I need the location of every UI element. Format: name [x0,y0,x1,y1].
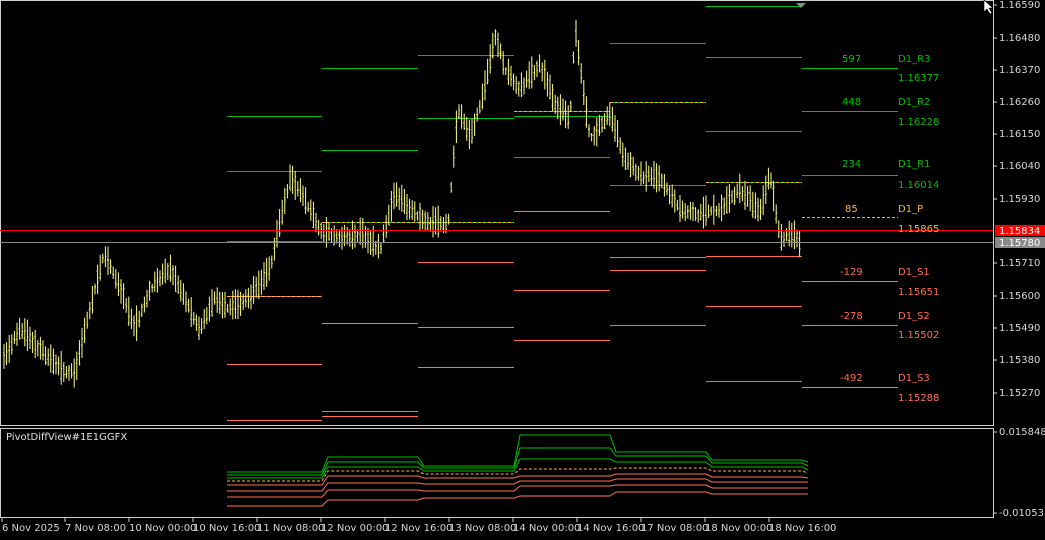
r1-price: 1.16014 [898,180,939,191]
chart-shift-marker-icon[interactable] [796,3,806,8]
price-label: 1.16480 [999,33,1040,44]
indicator-line [227,491,808,507]
indicator-title: PivotDiffView#1E1GGFX [6,432,127,443]
s2-name: D1_S2 [898,311,930,322]
ask-price-tag-text: 1.15780 [999,238,1040,249]
price-bars [3,19,801,388]
pivot-diff: 85 [845,204,858,215]
s2-price: 1.15502 [898,330,939,341]
r1-diff: 234 [842,159,861,170]
price-tick: 1.15490 [993,323,1040,334]
time-label: 18 Nov 16:00 [769,523,836,534]
r3-name: D1_R3 [898,54,930,65]
indicator-line [227,434,809,473]
price-label: 1.16150 [999,129,1040,140]
s3-name: D1_S3 [898,373,930,384]
price-tick: 1.16040 [993,161,1040,172]
price-axis[interactable]: 1.16590 1.16480 1.16370 1.16260 1.16150 … [993,0,1045,399]
s1-name: D1_S1 [898,267,930,278]
price-label: 1.15930 [999,194,1040,205]
pivot-name: D1_P [898,204,923,215]
indicator-window-frame [0,428,994,518]
time-label: 10 Nov 00:00 [129,523,196,534]
r3-price: 1.16377 [898,73,939,84]
bid-price-tag-text: 1.15834 [999,226,1040,237]
time-label: 11 Nov 08:00 [257,523,324,534]
time-label: 12 Nov 00:00 [321,523,388,534]
price-label: 1.16370 [999,65,1040,76]
price-tick: 1.15600 [993,291,1040,302]
price-tick: 1.16150 [993,129,1040,140]
price-label: 1.16040 [999,161,1040,172]
indicator-axis-top: 0.015848 [999,427,1045,438]
time-label: 12 Nov 16:00 [385,523,452,534]
s2-diff: -278 [840,311,863,322]
pivot-labels: 597 D1_R3 1.16377 448 D1_R2 1.16228 234 … [840,54,939,404]
mouse-cursor-icon [983,0,994,15]
price-label: 1.16590 [999,0,1040,11]
price-label: 1.15490 [999,323,1040,334]
price-tick: 1.16480 [993,33,1040,44]
s3-price: 1.15288 [898,393,939,404]
time-label: 14 Nov 16:00 [577,523,644,534]
price-tick: 1.16260 [993,97,1040,108]
r3-diff: 597 [842,54,861,65]
r2-price: 1.16228 [898,117,939,128]
price-tick: 1.15710 [993,258,1040,269]
price-tick: 1.15930 [993,194,1040,205]
price-label: 1.15600 [999,291,1040,302]
time-label: 13 Nov 08:00 [449,523,516,534]
price-tick: 1.15380 [993,355,1040,366]
time-label: 10 Nov 16:00 [193,523,260,534]
s1-diff: -129 [840,267,863,278]
pivot-price: 1.15865 [898,224,939,235]
price-label: 1.15270 [999,388,1040,399]
r1-name: D1_R1 [898,159,930,170]
indicator-lines [227,434,809,507]
price-tick: 1.15270 [993,388,1040,399]
price-tick: 1.16590 [993,0,1040,11]
price-label: 1.16260 [999,97,1040,108]
time-label: 17 Nov 08:00 [641,523,708,534]
indicator-axis-bottom: -0.010535 [999,508,1045,519]
price-tick: 1.16370 [993,65,1040,76]
indicator-axis[interactable]: 0.015848 -0.010535 [993,427,1045,519]
pivot-level-segments [227,6,898,421]
time-label: 14 Nov 00:00 [513,523,580,534]
time-label: 18 Nov 00:00 [705,523,772,534]
time-label: 6 Nov 2025 [2,523,60,534]
r2-name: D1_R2 [898,97,930,108]
time-label: 7 Nov 08:00 [65,523,126,534]
price-label: 1.15380 [999,355,1040,366]
s1-price: 1.15651 [898,287,939,298]
indicator-line [227,473,809,486]
s3-diff: -492 [840,373,863,384]
time-axis[interactable]: 6 Nov 2025 7 Nov 08:00 10 Nov 00:00 10 N… [1,518,836,534]
chart-canvas[interactable]: PivotDiffView#1E1GGFX 597 D1_R3 1.16377 … [0,0,1045,540]
price-label: 1.15710 [999,258,1040,269]
r2-diff: 448 [842,97,861,108]
